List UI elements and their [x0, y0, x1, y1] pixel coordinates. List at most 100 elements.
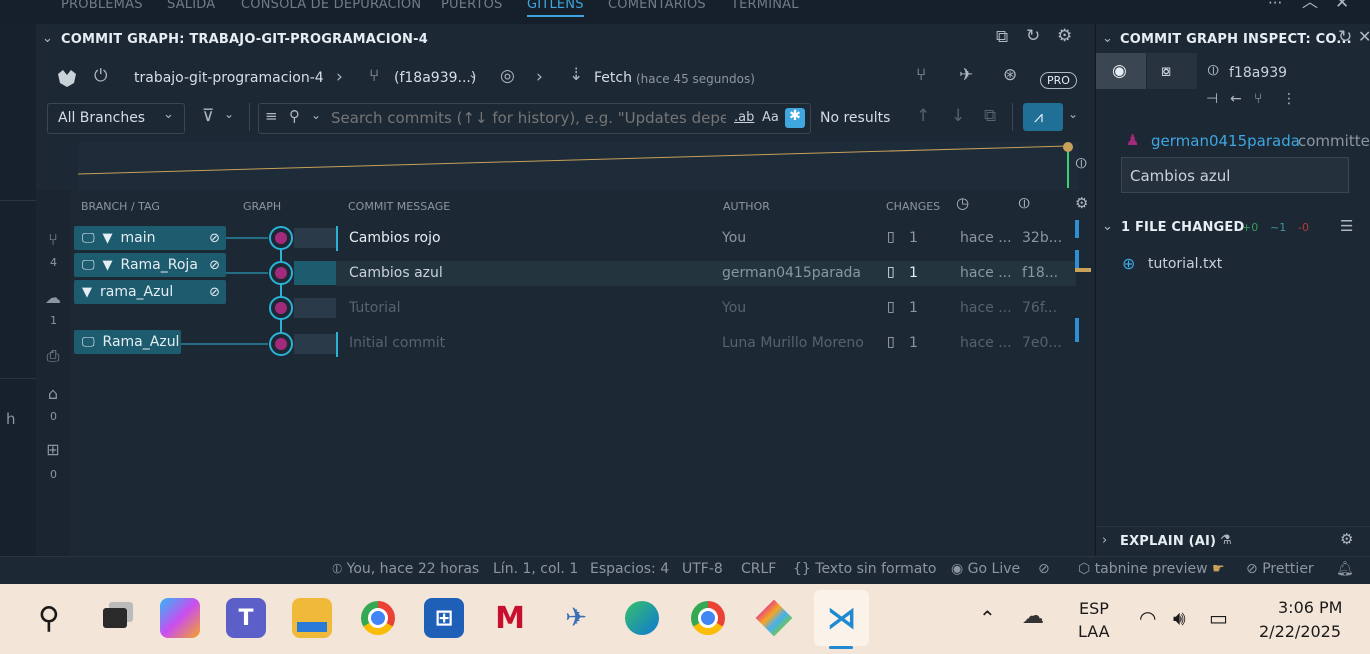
- close-icon[interactable]: ✕: [1358, 29, 1370, 45]
- explain-ai-header[interactable]: EXPLAIN (AI): [1120, 534, 1216, 549]
- language-mode[interactable]: {} Texto sin formato: [793, 561, 936, 577]
- chevron-down-icon[interactable]: ⌄: [311, 109, 321, 121]
- commit-node[interactable]: [269, 296, 293, 320]
- file-explorer-icon[interactable]: [292, 598, 332, 638]
- branch-tag-main[interactable]: 🖵 ▼ main ⊘: [74, 226, 226, 250]
- commit-author[interactable]: german0415parada: [1151, 132, 1300, 150]
- input-language-1[interactable]: ESP: [1079, 599, 1109, 618]
- target-icon[interactable]: ◎: [500, 68, 515, 85]
- commit-node[interactable]: [269, 332, 293, 356]
- eye-off-icon[interactable]: ⊘: [209, 258, 220, 273]
- tag-icon[interactable]: ⌂: [43, 384, 63, 404]
- branch-tag-rama-azul[interactable]: 🖵 Rama_Azul: [74, 330, 181, 354]
- chevron-up-icon[interactable]: ⌃: [979, 606, 996, 630]
- chevron-down-icon[interactable]: ⌄: [468, 68, 478, 80]
- col-graph[interactable]: GRAPH: [243, 200, 281, 213]
- current-ref[interactable]: (f18a939...): [394, 70, 476, 86]
- python-icon[interactable]: ✈: [556, 598, 596, 638]
- tab-inspect[interactable]: ◉: [1096, 53, 1146, 89]
- tab-comentarios[interactable]: COMENTARIOS: [608, 0, 706, 12]
- refresh-icon[interactable]: ↻: [1338, 29, 1352, 46]
- onedrive-icon[interactable]: ☁: [1022, 604, 1044, 629]
- chevron-down-icon[interactable]: ⌄: [1102, 220, 1113, 233]
- search-icon[interactable]: ⚲: [29, 598, 69, 638]
- wifi-icon[interactable]: ◠: [1139, 606, 1156, 630]
- go-live[interactable]: ◉ Go Live: [951, 561, 1020, 577]
- refresh-icon[interactable]: ↻: [1026, 28, 1040, 45]
- gear-icon[interactable]: ⚙: [1057, 28, 1072, 45]
- open-external-icon[interactable]: ⧉: [996, 29, 1008, 46]
- tab-gitlens[interactable]: GITLENS: [527, 0, 584, 17]
- search-input[interactable]: [329, 107, 728, 129]
- cursor-position[interactable]: Lín. 1, col. 1: [493, 561, 578, 577]
- blame-status[interactable]: ⦶ You, hace 22 horas: [332, 561, 479, 577]
- worktree-icon[interactable]: ⊞: [43, 440, 63, 460]
- gear-icon[interactable]: ⚙: [1075, 196, 1088, 211]
- tab-problemas[interactable]: PROBLEMAS: [61, 0, 143, 12]
- view-as-tree-icon[interactable]: ☰: [1340, 219, 1353, 234]
- col-message[interactable]: COMMIT MESSAGE: [348, 200, 450, 213]
- eol[interactable]: CRLF: [741, 561, 776, 577]
- teams-icon[interactable]: T: [226, 598, 266, 638]
- arrow-up-icon[interactable]: ↑: [916, 108, 930, 125]
- minimap-toggle[interactable]: ⩘: [1023, 103, 1063, 131]
- copilot-icon[interactable]: ⚙: [1340, 532, 1353, 547]
- arrow-down-icon[interactable]: ↓: [951, 108, 965, 125]
- tab-puertos[interactable]: PUERTOS: [441, 0, 502, 12]
- git-icon[interactable]: ⊛: [1003, 67, 1017, 84]
- col-changes[interactable]: CHANGES: [886, 200, 940, 213]
- chevron-down-icon[interactable]: ⌄: [224, 108, 234, 120]
- eye-off-icon[interactable]: ⊘: [209, 285, 220, 300]
- regex-toggle[interactable]: .ab: [734, 110, 754, 125]
- filter-mode-icon[interactable]: ✱: [785, 108, 805, 128]
- task-view-icon[interactable]: [95, 598, 135, 638]
- clock-time[interactable]: 3:06 PM: [1278, 598, 1342, 617]
- plug-icon[interactable]: ⏻: [94, 68, 107, 85]
- minimap[interactable]: [78, 142, 1078, 190]
- open-details-icon[interactable]: ⧉: [984, 108, 996, 125]
- back-icon[interactable]: ←: [1230, 92, 1242, 106]
- col-author[interactable]: AUTHOR: [723, 200, 770, 213]
- commit-node[interactable]: [269, 226, 293, 250]
- branch-tag-rama-azul-remote[interactable]: ▼ rama_Azul ⊘: [74, 280, 226, 304]
- chevron-right-icon[interactable]: ›: [1102, 534, 1107, 547]
- mcafee-icon[interactable]: M: [490, 598, 530, 638]
- eye-off-icon[interactable]: ⊘: [209, 231, 220, 246]
- copilot-off-icon[interactable]: ⊘: [1038, 561, 1050, 577]
- store-icon[interactable]: ⊞: [424, 598, 464, 638]
- indentation[interactable]: Espacios: 4: [590, 561, 669, 577]
- search-icon[interactable]: ⚲: [289, 109, 300, 124]
- file-name[interactable]: tutorial.txt: [1148, 256, 1222, 272]
- fetch-icon[interactable]: ⇣: [569, 67, 583, 84]
- battery-icon[interactable]: ▭: [1209, 606, 1228, 630]
- col-branch[interactable]: BRANCH / TAG: [81, 200, 160, 213]
- encoding[interactable]: UTF-8: [682, 561, 723, 577]
- fetch-button[interactable]: Fetch: [594, 70, 632, 86]
- more-icon[interactable]: ···: [1268, 0, 1282, 11]
- input-language-2[interactable]: LAA: [1078, 622, 1110, 641]
- chevron-down-icon[interactable]: ⌄: [1068, 108, 1078, 120]
- chevron-up-icon[interactable]: ︿: [1302, 0, 1318, 10]
- commit-icon[interactable]: ⦶: [1019, 196, 1030, 211]
- chrome-profile-icon[interactable]: [688, 598, 728, 638]
- pin-icon[interactable]: ⊣: [1206, 92, 1218, 106]
- commit-sha[interactable]: f18a939: [1229, 65, 1287, 81]
- edge-icon[interactable]: [622, 598, 662, 638]
- commit-node[interactable]: [269, 261, 293, 285]
- chevron-down-icon[interactable]: ⌄: [42, 32, 53, 45]
- repo-name[interactable]: trabajo-git-programacion-4: [134, 70, 324, 86]
- pro-badge[interactable]: PRO: [1040, 72, 1077, 89]
- rocket-icon[interactable]: ✈: [959, 67, 973, 84]
- chrome-icon[interactable]: [358, 598, 398, 638]
- clock-icon[interactable]: ◷: [956, 196, 969, 211]
- copilot-icon[interactable]: [160, 598, 200, 638]
- list-icon[interactable]: ≡: [265, 109, 278, 124]
- volume-icon[interactable]: 🔊︎: [1173, 606, 1186, 630]
- commit-message-box[interactable]: Cambios azul: [1121, 157, 1349, 193]
- clock-date[interactable]: 2/22/2025: [1259, 622, 1341, 641]
- tab-salida[interactable]: SALIDA: [167, 0, 215, 12]
- bell-icon[interactable]: 🔔︎: [1336, 561, 1354, 577]
- tab-consola[interactable]: CONSOLA DE DEPURACIÓN: [241, 0, 421, 12]
- vscode-icon[interactable]: ⋊: [814, 590, 869, 646]
- match-case-toggle[interactable]: Aa: [762, 110, 779, 125]
